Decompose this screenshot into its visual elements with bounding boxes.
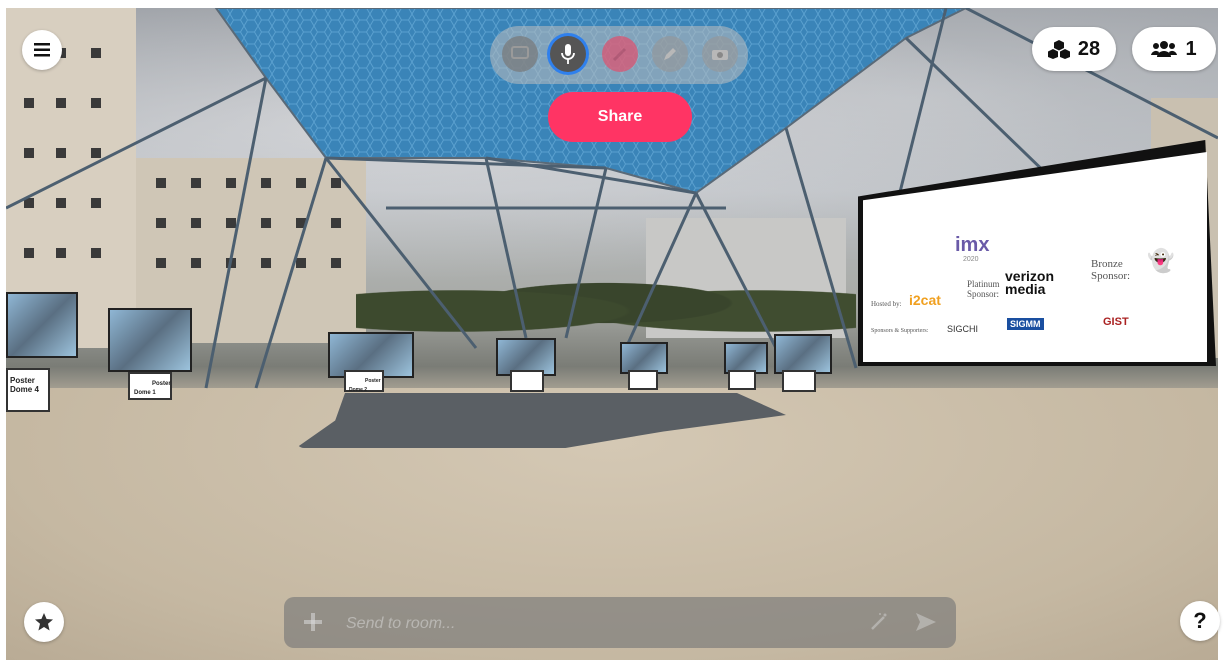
imx-logo: imx: [955, 234, 990, 256]
imx-year: 2020: [963, 256, 979, 263]
share-button[interactable]: Share: [548, 92, 692, 142]
plus-icon[interactable]: [302, 611, 324, 633]
people-counter[interactable]: 1: [1132, 27, 1216, 71]
snapchat-ghost-icon: 👻: [1147, 248, 1175, 273]
poster-screen-7[interactable]: [774, 334, 832, 374]
help-button[interactable]: ?: [1180, 601, 1220, 641]
star-icon: [35, 613, 53, 631]
pen-button[interactable]: [602, 36, 638, 72]
people-count: 1: [1185, 37, 1197, 60]
hamburger-menu-icon: [34, 43, 50, 57]
magic-wand-icon[interactable]: [868, 611, 890, 633]
objects-count: 28: [1077, 37, 1101, 60]
microphone-icon: [561, 44, 575, 64]
monitor-icon: [511, 46, 529, 59]
camera-button[interactable]: [702, 36, 738, 72]
bronze-label: Bronze Sponsor:: [1091, 258, 1131, 283]
platinum-sponsor-logo: verizon media: [1005, 268, 1055, 297]
sigmm-logo: SIGMM: [1007, 318, 1044, 330]
users-icon: [1151, 41, 1178, 57]
poster-label-dome4[interactable]: Poster Dome 4: [6, 368, 50, 412]
poster-label-dome2[interactable]: Poster Dome 2: [344, 370, 384, 393]
gist-logo: GIST: [1103, 316, 1129, 328]
poster-dome-text: Poster Dome 1: [134, 381, 171, 396]
chat-bar: [284, 597, 956, 648]
platinum-label: Platinum Sponsor:: [967, 279, 1000, 299]
poster-dome-text-2: Poster Dome 2: [349, 378, 381, 393]
hosted-by-label: Hosted by:: [871, 300, 902, 308]
poster-label-dome1[interactable]: Poster Dome 1: [128, 372, 172, 400]
menu-button[interactable]: [22, 30, 62, 70]
microphone-button[interactable]: [550, 36, 586, 72]
favorite-button[interactable]: [24, 602, 64, 642]
supporters-label: Sponsors & Supporters:: [871, 328, 929, 334]
objects-counter[interactable]: 28: [1032, 27, 1116, 71]
sigchi-logo: SIGCHI: [947, 324, 979, 334]
question-mark-icon: ?: [1193, 608, 1207, 633]
poster-label-5[interactable]: [628, 370, 658, 390]
poster-label-7[interactable]: [782, 370, 816, 392]
send-icon[interactable]: [914, 611, 938, 633]
host-logo-i2cat: i2cat: [909, 292, 941, 308]
cubes-icon: [1047, 40, 1070, 59]
screen-share-button[interactable]: [502, 36, 538, 72]
camera-icon: [712, 50, 728, 60]
chat-input[interactable]: [344, 609, 828, 639]
draw-button[interactable]: [652, 36, 688, 72]
pencil-icon: [664, 48, 676, 60]
poster-label-4[interactable]: [510, 370, 544, 392]
media-toolbar: [490, 26, 748, 84]
poster-screen-left[interactable]: [6, 292, 78, 358]
magic-wand-icon: [612, 47, 627, 62]
poster-screen-2[interactable]: [108, 308, 192, 372]
poster-label-6[interactable]: [728, 370, 756, 390]
